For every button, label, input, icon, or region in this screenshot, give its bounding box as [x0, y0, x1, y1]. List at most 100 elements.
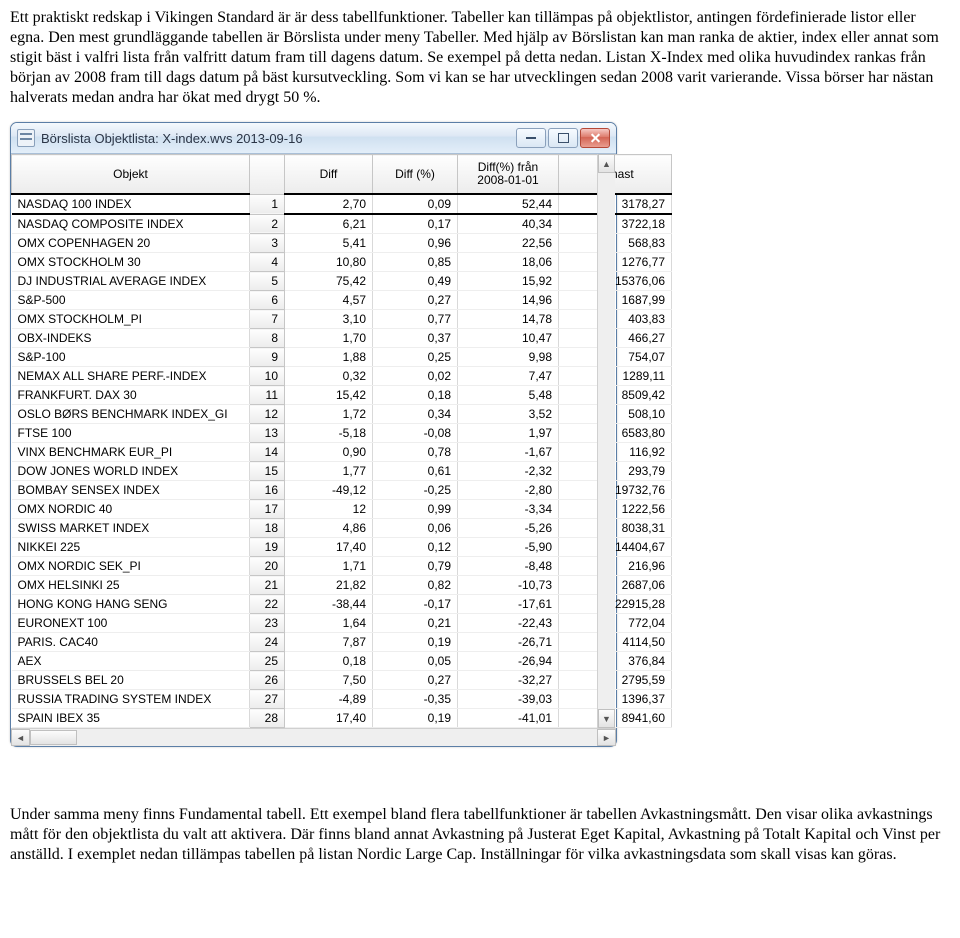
cell-senast: 8941,60 — [559, 709, 672, 728]
table-row[interactable]: OBX-INDEKS81,700,3710,47466,27 — [12, 329, 672, 348]
cell-senast: 772,04 — [559, 614, 672, 633]
cell-difff: -10,73 — [458, 576, 559, 595]
scroll-track[interactable] — [30, 730, 597, 745]
cell-diffp: -0,17 — [373, 595, 458, 614]
vertical-scrollbar[interactable]: ▲ ▼ — [597, 154, 615, 728]
table-icon — [17, 129, 35, 147]
cell-diff: 21,82 — [285, 576, 373, 595]
table-row[interactable]: OMX COPENHAGEN 2035,410,9622,56568,83 — [12, 234, 672, 253]
scroll-right-icon[interactable]: ► — [597, 729, 616, 746]
window-minimize-button[interactable] — [516, 128, 546, 148]
table-row[interactable]: OMX HELSINKI 252121,820,82-10,732687,06 — [12, 576, 672, 595]
table-row[interactable]: OMX NORDIC 4017120,99-3,341222,56 — [12, 500, 672, 519]
col-difffrom[interactable]: Diff(%) från 2008-01-01 — [458, 155, 559, 195]
table-row[interactable]: NIKKEI 2251917,400,12-5,9014404,67 — [12, 538, 672, 557]
scroll-down-icon[interactable]: ▼ — [598, 709, 615, 728]
table-row[interactable]: OMX NORDIC SEK_PI201,710,79-8,48216,96 — [12, 557, 672, 576]
cell-name: OSLO BØRS BENCHMARK INDEX_GI — [12, 405, 250, 424]
cell-index: 14 — [250, 443, 285, 462]
intro-paragraph-1: Ett praktiskt redskap i Vikingen Standar… — [10, 8, 950, 108]
window-titlebar[interactable]: Börslista Objektlista: X-index.wvs 2013-… — [11, 123, 616, 154]
cell-senast: 216,96 — [559, 557, 672, 576]
table-row[interactable]: NASDAQ 100 INDEX12,700,0952,443178,27 — [12, 194, 672, 214]
cell-index: 11 — [250, 386, 285, 405]
cell-diffp: 0,19 — [373, 709, 458, 728]
window-close-button[interactable] — [580, 128, 610, 148]
table-row[interactable]: OMX STOCKHOLM 30410,800,8518,061276,77 — [12, 253, 672, 272]
cell-difff: 15,92 — [458, 272, 559, 291]
table-row[interactable]: DOW JONES WORLD INDEX151,770,61-2,32293,… — [12, 462, 672, 481]
col-diff[interactable]: Diff — [285, 155, 373, 195]
cell-diff: 1,64 — [285, 614, 373, 633]
cell-diff: 0,90 — [285, 443, 373, 462]
table-row[interactable]: DJ INDUSTRIAL AVERAGE INDEX575,420,4915,… — [12, 272, 672, 291]
cell-index: 16 — [250, 481, 285, 500]
cell-index: 12 — [250, 405, 285, 424]
table-row[interactable]: AEX250,180,05-26,94376,84 — [12, 652, 672, 671]
table-row[interactable]: EURONEXT 100231,640,21-22,43772,04 — [12, 614, 672, 633]
cell-diffp: 0,06 — [373, 519, 458, 538]
cell-index: 8 — [250, 329, 285, 348]
window-maximize-button[interactable] — [548, 128, 578, 148]
cell-diffp: 0,02 — [373, 367, 458, 386]
horizontal-scrollbar[interactable]: ◄ ► — [11, 728, 616, 746]
cell-difff: 9,98 — [458, 348, 559, 367]
table-row[interactable]: SWISS MARKET INDEX184,860,06-5,268038,31 — [12, 519, 672, 538]
cell-senast: 19732,76 — [559, 481, 672, 500]
cell-diff: 2,70 — [285, 194, 373, 214]
table-row[interactable]: FRANKFURT. DAX 301115,420,185,488509,42 — [12, 386, 672, 405]
cell-diff: 1,72 — [285, 405, 373, 424]
cell-name: DOW JONES WORLD INDEX — [12, 462, 250, 481]
table-row[interactable]: NEMAX ALL SHARE PERF.-INDEX100,320,027,4… — [12, 367, 672, 386]
cell-diffp: 0,96 — [373, 234, 458, 253]
col-senast[interactable]: Senast — [559, 155, 672, 195]
table-row[interactable]: SPAIN IBEX 352817,400,19-41,018941,60 — [12, 709, 672, 728]
table-row[interactable]: NASDAQ COMPOSITE INDEX26,210,1740,343722… — [12, 214, 672, 234]
cell-senast: 3722,18 — [559, 214, 672, 234]
cell-difff: -1,67 — [458, 443, 559, 462]
table-row[interactable]: VINX BENCHMARK EUR_PI140,900,78-1,67116,… — [12, 443, 672, 462]
cell-diff: -4,89 — [285, 690, 373, 709]
cell-difff: 52,44 — [458, 194, 559, 214]
table-row[interactable]: BRUSSELS BEL 20267,500,27-32,272795,59 — [12, 671, 672, 690]
table-row[interactable]: OSLO BØRS BENCHMARK INDEX_GI121,720,343,… — [12, 405, 672, 424]
table-row[interactable]: FTSE 10013-5,18-0,081,976583,80 — [12, 424, 672, 443]
cell-diffp: 0,27 — [373, 291, 458, 310]
table-row[interactable]: RUSSIA TRADING SYSTEM INDEX27-4,89-0,35-… — [12, 690, 672, 709]
cell-difff: -39,03 — [458, 690, 559, 709]
cell-senast: 1289,11 — [559, 367, 672, 386]
table-row[interactable]: S&P-10091,880,259,98754,07 — [12, 348, 672, 367]
cell-difff: 22,56 — [458, 234, 559, 253]
table-row[interactable]: HONG KONG HANG SENG22-38,44-0,17-17,6122… — [12, 595, 672, 614]
table-row[interactable]: S&P-50064,570,2714,961687,99 — [12, 291, 672, 310]
cell-difff: -17,61 — [458, 595, 559, 614]
cell-diff: 17,40 — [285, 709, 373, 728]
cell-senast: 22915,28 — [559, 595, 672, 614]
cell-difff: -2,80 — [458, 481, 559, 500]
cell-name: OMX STOCKHOLM_PI — [12, 310, 250, 329]
scroll-thumb[interactable] — [30, 730, 77, 745]
cell-senast: 403,83 — [559, 310, 672, 329]
cell-difff: -5,26 — [458, 519, 559, 538]
cell-senast: 376,84 — [559, 652, 672, 671]
col-objekt[interactable]: Objekt — [12, 155, 250, 195]
cell-difff: -22,43 — [458, 614, 559, 633]
cell-difff: 14,96 — [458, 291, 559, 310]
cell-senast: 1276,77 — [559, 253, 672, 272]
table-row[interactable]: PARIS. CAC40247,870,19-26,714114,50 — [12, 633, 672, 652]
cell-name: VINX BENCHMARK EUR_PI — [12, 443, 250, 462]
cell-name: FRANKFURT. DAX 30 — [12, 386, 250, 405]
table-row[interactable]: OMX STOCKHOLM_PI73,100,7714,78403,83 — [12, 310, 672, 329]
table-row[interactable]: BOMBAY SENSEX INDEX16-49,12-0,25-2,80197… — [12, 481, 672, 500]
scroll-up-icon[interactable]: ▲ — [598, 154, 615, 173]
cell-diffp: 0,27 — [373, 671, 458, 690]
scroll-left-icon[interactable]: ◄ — [11, 729, 30, 746]
col-diffp[interactable]: Diff (%) — [373, 155, 458, 195]
cell-name: BRUSSELS BEL 20 — [12, 671, 250, 690]
cell-diff: -5,18 — [285, 424, 373, 443]
cell-diffp: -0,25 — [373, 481, 458, 500]
cell-senast: 4114,50 — [559, 633, 672, 652]
intro-paragraph-2: Under samma meny finns Fundamental tabel… — [10, 805, 950, 865]
cell-senast: 15376,06 — [559, 272, 672, 291]
col-index[interactable] — [250, 155, 285, 195]
